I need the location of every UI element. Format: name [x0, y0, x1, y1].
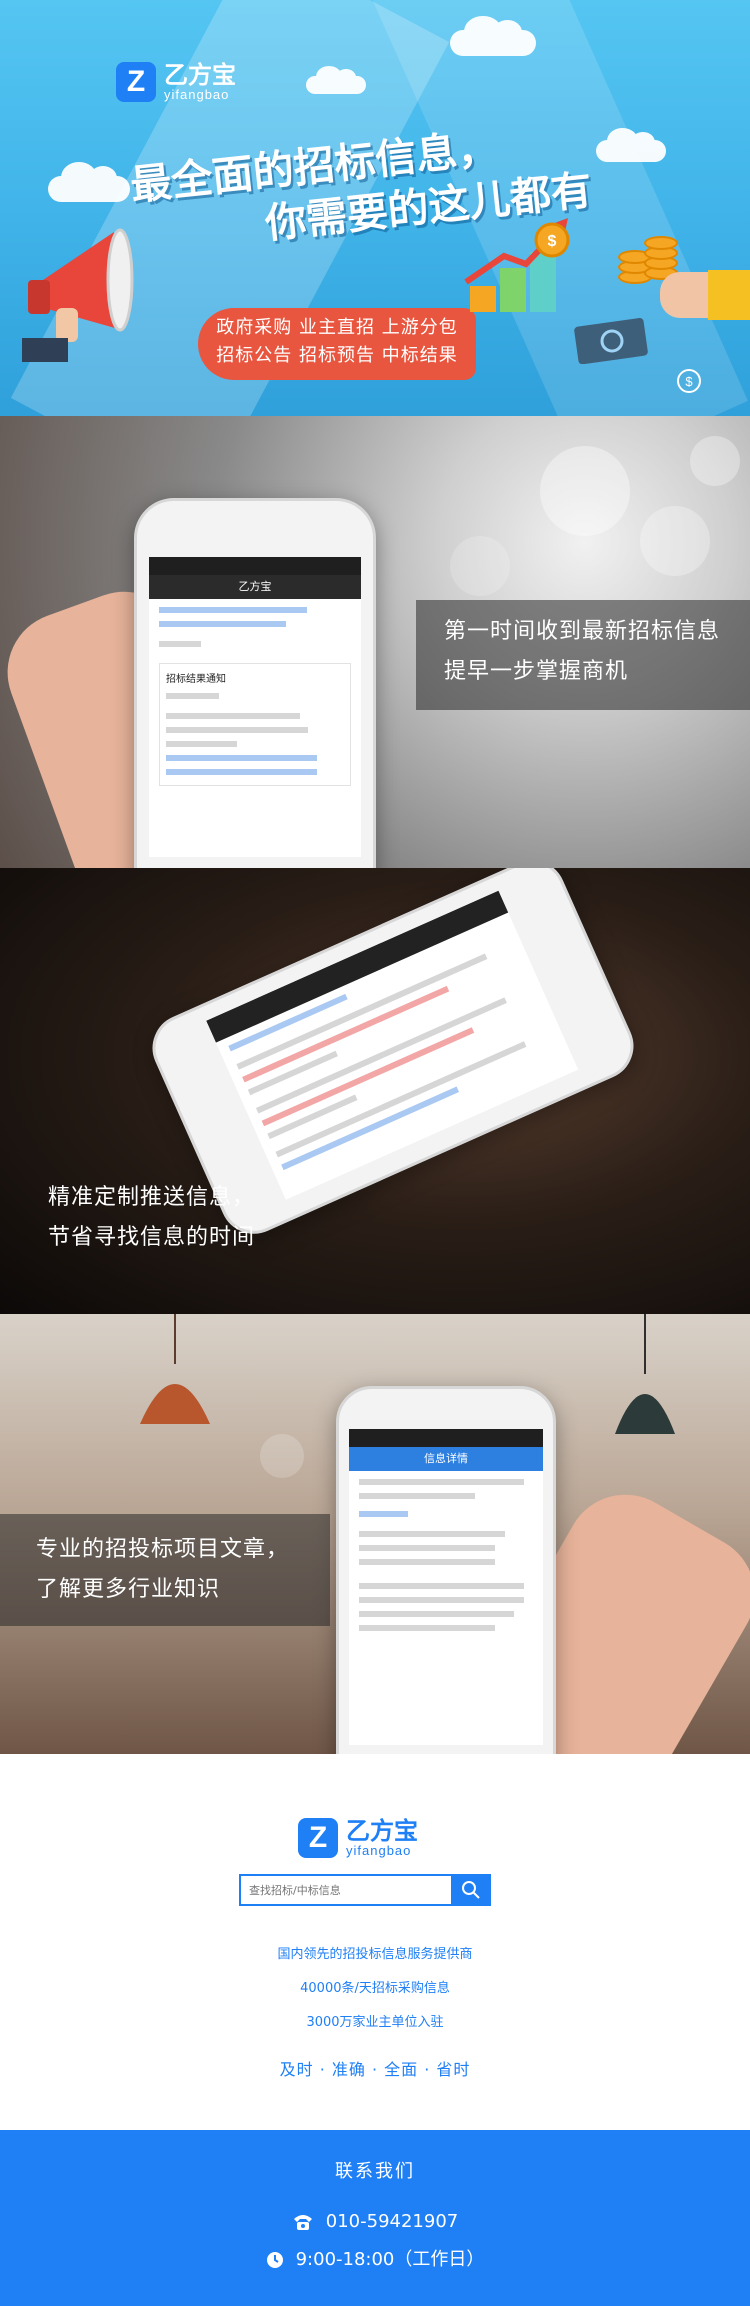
svg-text:$: $	[548, 233, 557, 250]
phone-screen	[206, 890, 579, 1200]
feature-caption-articles: 专业的招投标项目文章， 了解更多行业知识	[0, 1514, 330, 1626]
screen-header: 乙方宝	[149, 575, 361, 599]
contact-phone-row[interactable]: 010-59421907	[0, 2210, 750, 2234]
coin-icon: $	[534, 222, 570, 258]
clock-icon	[266, 2252, 283, 2268]
feature-caption-line1: 第一时间收到最新招标信息	[444, 619, 721, 644]
screen-header: 信息详情	[349, 1447, 543, 1471]
feature-caption-line1: 精准定制推送信息，	[48, 1185, 256, 1210]
pendant-lamp-decoration	[140, 1314, 210, 1424]
logo-mark-icon: Z	[298, 1818, 338, 1858]
logo-mark-icon: Z	[116, 62, 156, 102]
feature-section-articles: 信息详情 专业的招投标项目文章， 了解更多行业知识	[0, 1314, 750, 1754]
phone-icon	[293, 2215, 312, 2230]
search-button[interactable]	[451, 1874, 491, 1906]
brand-name: 乙方宝	[346, 1817, 418, 1845]
service-info-section: Z 乙方宝 yifangbao 国内领先的招投标信息服务提供商 40000条/天…	[0, 1754, 750, 2130]
phone-screen: 信息详情	[349, 1429, 543, 1745]
category-tags-line2: 招标公告 招标预告 中标结果	[216, 345, 458, 366]
cash-icon	[574, 318, 648, 364]
feature-caption-line1: 专业的招投标项目文章，	[36, 1537, 290, 1562]
brand-logo[interactable]: Z 乙方宝 yifangbao	[298, 1818, 418, 1858]
feature-caption-line2: 了解更多行业知识	[36, 1577, 221, 1602]
feature-caption-custom-push: 精准定制推送信息， 节省寻找信息的时间	[48, 1178, 255, 1258]
screen-card-title: 招标结果通知	[166, 674, 226, 685]
hero-banner: Z 乙方宝 yifangbao 最全面的招标信息， 你需要的这儿都有 政府采购 …	[0, 0, 750, 416]
feature-caption-line2: 提早一步掌握商机	[444, 659, 629, 684]
brand-name: 乙方宝	[164, 61, 236, 89]
contact-hours-row: 9:00-18:00（工作日）	[0, 2248, 750, 2272]
megaphone-icon	[22, 228, 134, 362]
info-line-provider: 国内领先的招投标信息服务提供商	[277, 1947, 473, 1962]
slogan: 及时 · 准确 · 全面 · 省时	[279, 2060, 471, 2079]
pendant-lamp-decoration	[615, 1314, 675, 1434]
brand-name-en: yifangbao	[164, 87, 230, 102]
feature-caption-realtime: 第一时间收到最新招标信息 提早一步掌握商机	[416, 600, 750, 710]
search-icon	[462, 1881, 480, 1899]
phone-mockup: 乙方宝 招标结果通知	[134, 498, 376, 868]
info-line-volume: 40000条/天招标采购信息	[300, 1981, 450, 1996]
cloud-decoration	[450, 15, 536, 56]
cuff-decoration	[708, 270, 750, 320]
brand-logo[interactable]: Z 乙方宝 yifangbao	[116, 62, 236, 102]
info-line-owners: 3000万家业主单位入驻	[306, 2015, 444, 2030]
dollar-badge-icon: $	[677, 369, 701, 393]
phone-screen: 乙方宝 招标结果通知	[149, 557, 361, 857]
feature-section-realtime: 乙方宝 招标结果通知 第一时间收到最新招标信息 提早一步掌握商机	[0, 416, 750, 868]
svg-text:$: $	[685, 374, 693, 389]
search-input[interactable]	[239, 1874, 451, 1906]
cloud-decoration	[48, 161, 130, 202]
contact-hours: 9:00-18:00（工作日）	[295, 2249, 485, 2270]
category-tags-line1: 政府采购 业主直招 上游分包	[216, 317, 458, 338]
cloud-decoration	[306, 66, 366, 94]
contact-section: 联系我们 010-59421907 9:00-18:00（工作日）	[0, 2130, 750, 2306]
contact-phone: 010-59421907	[325, 2211, 459, 2232]
feature-section-custom-push: 精准定制推送信息， 节省寻找信息的时间	[0, 868, 750, 1314]
contact-title: 联系我们	[335, 2161, 415, 2182]
brand-name-en: yifangbao	[346, 1843, 412, 1858]
category-tags: 政府采购 业主直招 上游分包 招标公告 招标预告 中标结果	[198, 308, 476, 380]
search-bar	[239, 1874, 491, 1906]
page: Z 乙方宝 yifangbao 最全面的招标信息， 你需要的这儿都有 政府采购 …	[0, 0, 750, 2306]
feature-caption-line2: 节省寻找信息的时间	[48, 1225, 256, 1250]
phone-mockup: 信息详情	[336, 1386, 556, 1754]
